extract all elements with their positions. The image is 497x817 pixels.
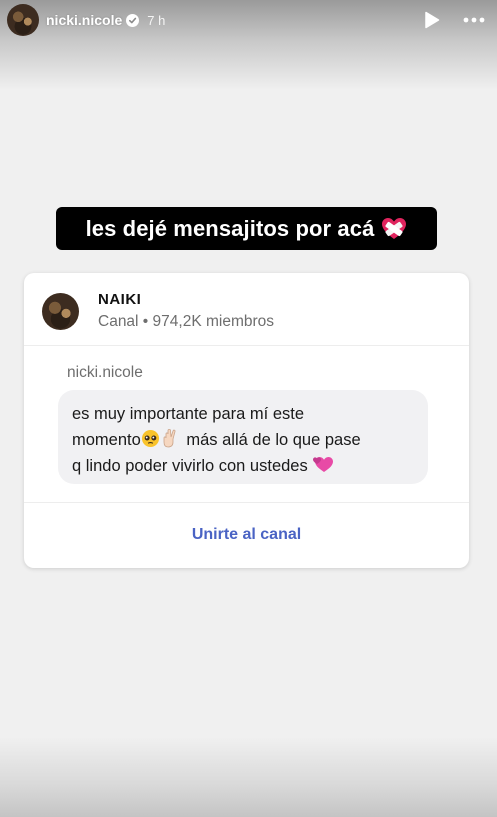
crossed-fingers-emoji [163,428,176,448]
message-line-1: es muy importante para mí este [72,405,305,423]
two-hearts-emoji [313,457,334,472]
story-time: 7 h [147,12,166,28]
message-bubble: es muy importante para mí este momento m… [58,390,428,484]
story-header: nicki.nicole 7 h [7,4,490,36]
more-icon[interactable] [462,8,486,32]
profile-avatar[interactable] [7,4,39,36]
caption-text: les dejé mensajitos por acá [85,215,375,241]
channel-avatar [42,292,79,330]
bandaged-heart-emoji [382,217,407,239]
pleading-face-emoji [141,429,159,448]
channel-name: NAIKI [98,291,142,308]
message-author: nicki.nicole [67,364,143,381]
channel-meta: Canal • 974,2K miembros [98,313,275,330]
story-username[interactable]: nicki.nicole [46,12,122,28]
message-text: es muy importante para mí este momento m… [72,401,361,479]
verified-icon [126,13,140,27]
story-caption: les dejé mensajitos por acá [56,207,437,250]
message-line-2a: momento [72,431,141,449]
bottom-shade [0,737,497,817]
message-line-3-text: q lindo poder vivirlo con ustedes [72,457,313,475]
channel-header[interactable]: NAIKI Canal • 974,2K miembros [42,291,274,331]
channel-card[interactable]: NAIKI Canal • 974,2K miembros nicki.nico… [24,273,469,568]
play-icon[interactable] [420,8,444,32]
message-line-2: momento más allá de lo que pase [72,427,361,453]
message-line-2b: más allá de lo que pase [181,431,361,449]
divider [24,345,469,346]
join-channel-button[interactable]: Unirte al canal [24,503,469,566]
message-line-3: q lindo poder vivirlo con ustedes [72,453,361,479]
